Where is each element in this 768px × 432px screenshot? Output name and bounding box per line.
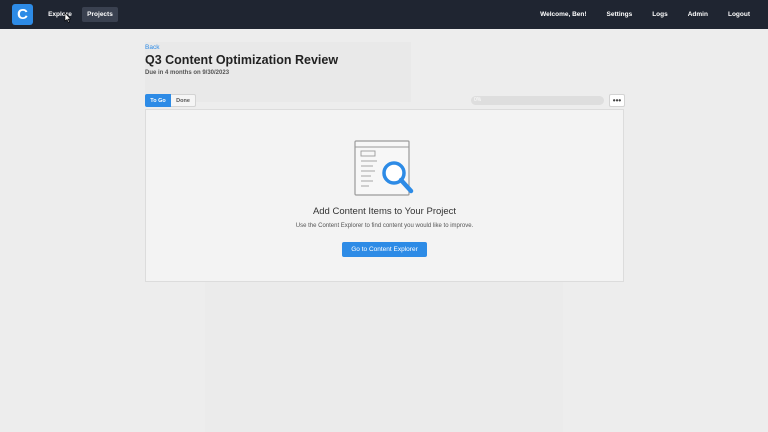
- tab-to-go[interactable]: To Go: [145, 94, 171, 107]
- empty-state-description: Use the Content Explorer to find content…: [295, 223, 474, 229]
- nav-logout[interactable]: Logout: [728, 11, 750, 18]
- top-navigation-bar: C Explore Projects Welcome, Ben! Setting…: [0, 0, 768, 29]
- nav-settings[interactable]: Settings: [607, 11, 633, 18]
- more-options-button[interactable]: •••: [609, 94, 625, 107]
- user-menu: Welcome, Ben! Settings Logs Admin Logout: [520, 0, 750, 29]
- tab-done[interactable]: Done: [171, 94, 196, 107]
- nav-explore[interactable]: Explore: [44, 7, 76, 22]
- background-shade: [205, 282, 563, 432]
- mouse-cursor-icon: [64, 13, 71, 23]
- nav-projects[interactable]: Projects: [82, 7, 118, 22]
- empty-state-title: Add Content Items to Your Project: [312, 206, 457, 217]
- app-logo[interactable]: C: [12, 4, 33, 25]
- nav-admin[interactable]: Admin: [688, 11, 708, 18]
- due-date-text: Due in 4 months on 9/30/2023: [145, 70, 230, 76]
- status-tabs: To Go Done: [145, 94, 196, 107]
- document-search-icon: [354, 140, 414, 196]
- progress-bar: 0%: [471, 96, 604, 105]
- nav-logs[interactable]: Logs: [652, 11, 668, 18]
- page-title: Q3 Content Optimization Review: [145, 53, 339, 67]
- go-to-content-explorer-button[interactable]: Go to Content Explorer: [342, 242, 427, 257]
- welcome-text: Welcome, Ben!: [540, 11, 587, 18]
- back-link[interactable]: Back: [145, 44, 159, 51]
